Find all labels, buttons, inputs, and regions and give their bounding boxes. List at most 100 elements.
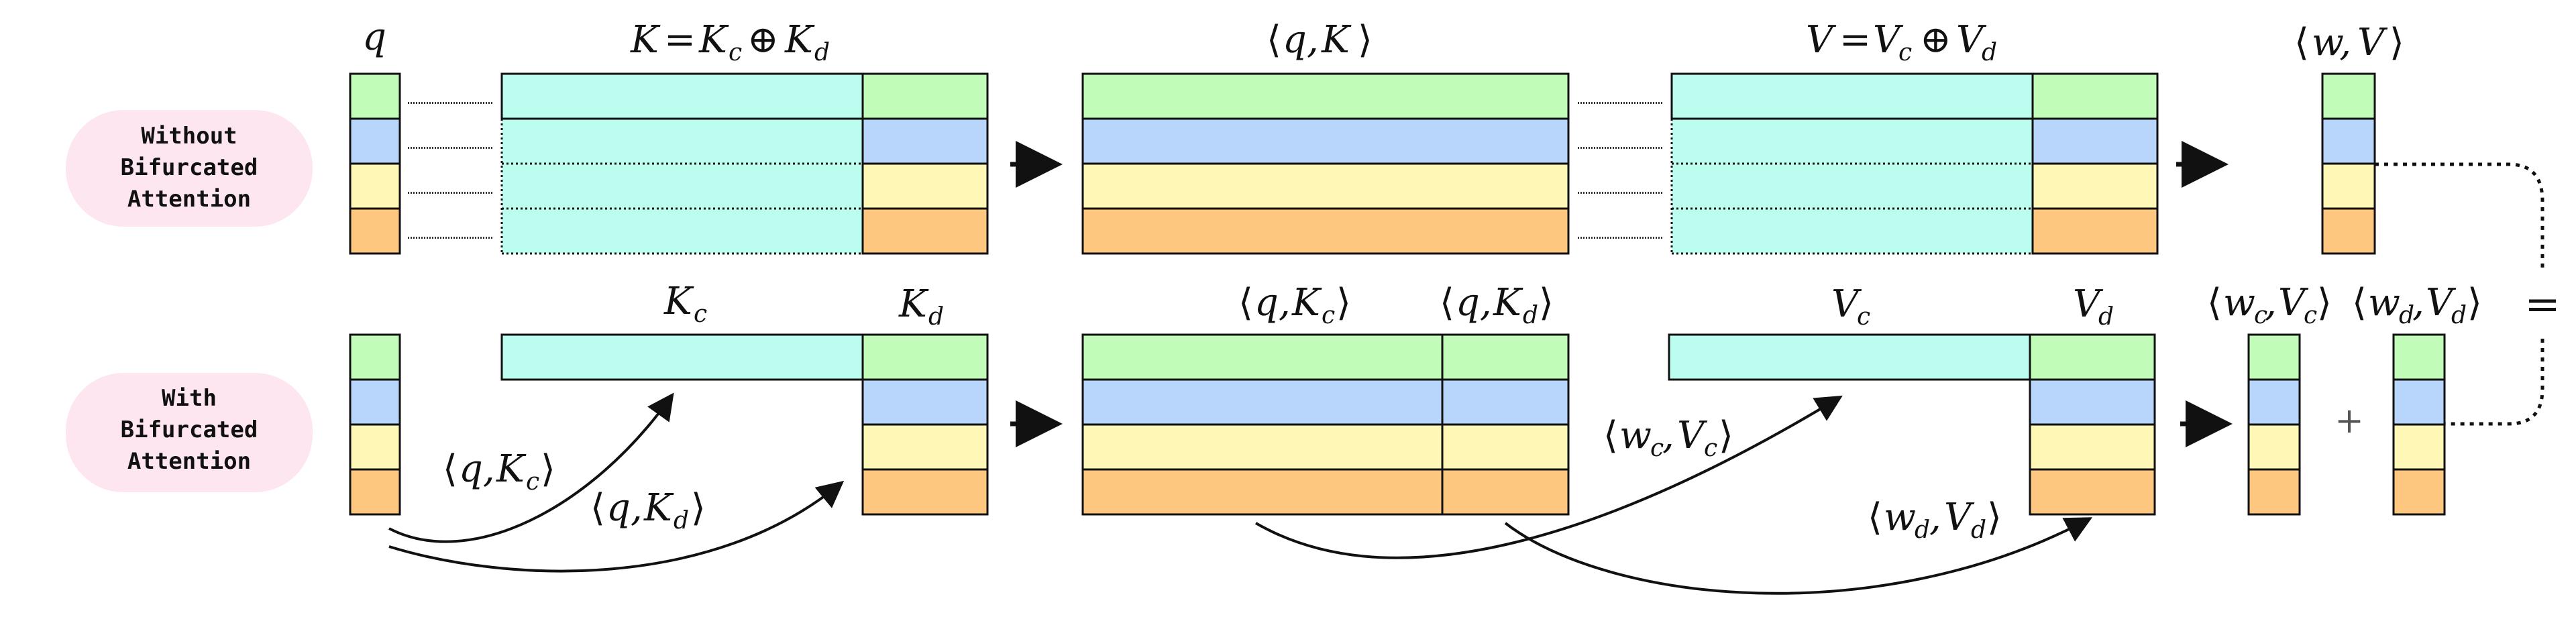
svg-text:⟩: ⟩ <box>2467 281 2482 325</box>
svg-text:w: w <box>2223 281 2255 325</box>
dotted-connectors <box>1578 102 1662 239</box>
label-Kd: Kd <box>898 282 944 331</box>
score-context-cell <box>1081 468 1444 516</box>
pill-line: With <box>162 385 217 412</box>
vector-cell <box>2392 333 2446 381</box>
arc-label-qKd: ⟨ q, Kd ⟩ <box>590 486 706 534</box>
svg-text:d: d <box>1982 39 1997 66</box>
svg-text:⟩: ⟩ <box>1336 281 1351 325</box>
key-matrix-bifurcated <box>500 333 989 516</box>
svg-text:K: K <box>663 280 694 323</box>
label-q: q <box>362 15 386 59</box>
svg-text:d: d <box>674 507 689 534</box>
query-vector <box>349 333 401 516</box>
svg-text:c: c <box>1898 39 1912 66</box>
svg-text:K: K <box>1291 281 1322 325</box>
svg-text:c: c <box>526 468 539 496</box>
svg-text:d: d <box>1915 516 1930 544</box>
svg-text:⊕: ⊕ <box>747 18 779 62</box>
svg-text:d: d <box>814 39 830 66</box>
value-matrix <box>1670 72 2159 255</box>
arc-label-wcVc: ⟨ wc, Vc ⟩ <box>1603 414 1733 462</box>
vector-cell <box>861 333 989 381</box>
row-with-bifurcated: With Bifurcated Attention Kc Kd ⟨ q, Kc … <box>66 280 2482 595</box>
pill-line: Without <box>141 123 237 150</box>
svg-text:c: c <box>1322 302 1335 329</box>
svg-text:K: K <box>1493 281 1523 325</box>
pill-without: Without Bifurcated Attention <box>66 110 313 227</box>
context-value-row <box>1668 333 2031 381</box>
vector-cell <box>2029 378 2156 426</box>
label-Vc: Vc <box>1831 282 1870 331</box>
svg-text:q,: q, <box>606 486 643 530</box>
svg-text:,: , <box>2412 281 2424 325</box>
vector-cell <box>349 72 401 120</box>
svg-text:c: c <box>2304 302 2317 329</box>
svg-text:c: c <box>694 300 707 328</box>
score-context-cell <box>1081 423 1444 471</box>
svg-text:⟩: ⟩ <box>1719 414 1733 457</box>
vector-cell <box>861 117 989 165</box>
svg-text:K: K <box>698 18 729 62</box>
svg-text:⟩: ⟩ <box>1539 281 1554 325</box>
vector-cell <box>2031 162 2159 210</box>
output-vector <box>2321 72 2376 255</box>
vector-cell <box>2031 117 2159 165</box>
output-vector-decoding <box>2392 333 2446 516</box>
vector-cell <box>2321 162 2376 210</box>
label-Kc: Kc <box>663 280 707 328</box>
attention-scores-matrix <box>1081 72 1570 255</box>
label-Vd: Vd <box>2073 282 2114 331</box>
equality-connector <box>2444 339 2544 426</box>
vector-cell <box>861 207 989 255</box>
vector-cell <box>349 378 401 426</box>
vector-cell <box>2321 207 2376 255</box>
svg-text:d: d <box>2098 303 2114 331</box>
score-context-cell <box>1081 333 1444 381</box>
vector-cell <box>2321 117 2376 165</box>
score-decoding-cell <box>1441 333 1570 381</box>
svg-text:w: w <box>1884 496 1916 539</box>
svg-text:,: , <box>1662 414 1674 457</box>
vector-cell <box>2029 333 2156 381</box>
label-qK: ⟨ q, K ⟩ <box>1267 18 1373 62</box>
score-row <box>1081 72 1570 120</box>
svg-text:K: K <box>784 18 815 62</box>
svg-text:K: K <box>898 282 929 326</box>
vector-cell <box>2031 207 2159 255</box>
svg-text:=: = <box>1839 18 1871 62</box>
svg-text:d: d <box>1971 516 1986 544</box>
label-qKd: ⟨ q, Kd ⟩ <box>1440 281 1554 329</box>
label-wV: ⟨ w, V ⟩ <box>2294 21 2404 64</box>
score-decoding-cell <box>1441 378 1570 426</box>
svg-text:w: w <box>1619 414 1652 457</box>
query-vector <box>349 72 401 255</box>
label-wdVd: ⟨ wd, Vd ⟩ <box>2352 281 2482 329</box>
svg-text:w,: w, <box>2312 21 2351 64</box>
vector-cell <box>349 423 401 471</box>
svg-text:⟨: ⟨ <box>2352 281 2367 325</box>
vector-cell <box>2029 423 2156 471</box>
svg-text:,: , <box>1929 496 1941 539</box>
svg-text:V: V <box>2357 21 2388 64</box>
svg-text:⟩: ⟩ <box>2390 21 2404 64</box>
svg-text:⟨: ⟨ <box>443 447 458 491</box>
arc-label-wdVd: ⟨ wd, Vd ⟩ <box>1868 496 2002 544</box>
vector-cell <box>861 423 989 471</box>
svg-text:q,: q, <box>1456 281 1492 325</box>
svg-text:q,: q, <box>1283 18 1319 62</box>
vector-cell <box>2392 378 2446 426</box>
label-K: K = Kc ⊕ Kd <box>630 18 830 66</box>
svg-text:⟩: ⟩ <box>541 447 555 491</box>
svg-text:⟩: ⟩ <box>2317 281 2332 325</box>
svg-text:q,: q, <box>459 447 495 491</box>
vector-cell <box>2247 423 2301 471</box>
svg-text:=: = <box>664 18 696 62</box>
svg-text:⟩: ⟩ <box>1987 496 2002 539</box>
equals-sign: = <box>2524 280 2561 329</box>
svg-text:⟨: ⟨ <box>1238 281 1253 325</box>
context-key-row <box>500 333 864 381</box>
attention-scores-bifurcated <box>1081 333 1570 516</box>
svg-text:K: K <box>1321 18 1352 62</box>
svg-text:K: K <box>496 447 527 491</box>
